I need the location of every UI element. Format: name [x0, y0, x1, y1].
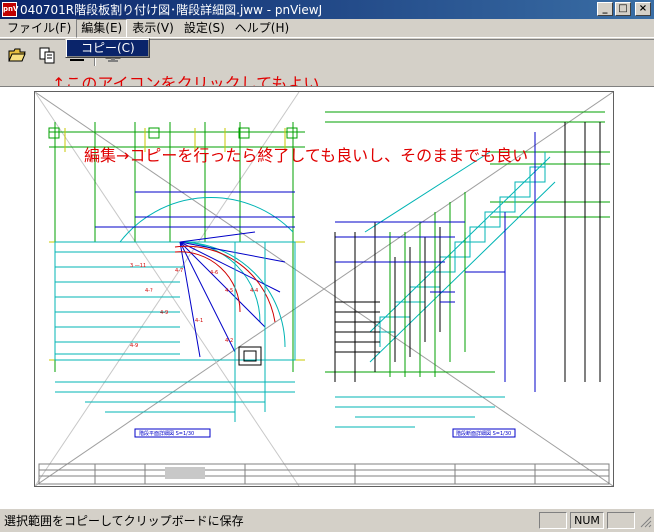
copy-button[interactable]: [34, 43, 60, 67]
plan-drawing-label: 階段平面詳細図 S=1/30: [139, 430, 194, 437]
status-pane-blank: [539, 512, 567, 529]
close-button[interactable]: ×: [635, 2, 651, 16]
svg-text:4-2: 4-2: [225, 338, 233, 344]
menu-settings[interactable]: 設定(S): [179, 20, 230, 37]
resize-grip-icon[interactable]: [638, 514, 652, 528]
svg-text:3 —11: 3 —11: [130, 263, 146, 269]
minimize-button[interactable]: _: [597, 2, 613, 16]
maximize-button[interactable]: □: [615, 2, 631, 16]
window-title: 040701R階段板割り付け図･階段詳細図.jww - pnViewJ: [20, 3, 323, 17]
copy-icon: [39, 47, 55, 63]
open-button[interactable]: [4, 43, 30, 67]
title-bar[interactable]: pnV 040701R階段板割り付け図･階段詳細図.jww - pnViewJ …: [0, 0, 654, 19]
menu-bar: ファイル(F) 編集(E) 表示(V) 設定(S) ヘルプ(H): [0, 18, 654, 38]
annotation-copy-hint: 編集→コピーを行ったら終了しても良いし、そのままでも良い: [84, 146, 529, 165]
title-block: [38, 463, 610, 485]
menu-help[interactable]: ヘルプ(H): [230, 20, 294, 37]
section-drawing-label: 階段断面詳細図 S=1/30: [456, 430, 511, 437]
status-num: NUM: [570, 512, 604, 529]
menu-edit[interactable]: 編集(E): [76, 18, 128, 38]
svg-text:4-9: 4-9: [130, 343, 138, 349]
menu-file[interactable]: ファイル(F): [2, 20, 76, 37]
svg-text:4-?: 4-?: [145, 288, 153, 294]
svg-text:4-7: 4-7: [175, 268, 183, 274]
svg-text:4-6: 4-6: [210, 270, 218, 276]
svg-text:4-5: 4-5: [225, 288, 233, 294]
status-message: 選択範囲をコピーしてクリップボードに保存: [4, 514, 244, 528]
open-folder-icon: [8, 48, 26, 61]
app-icon[interactable]: pnV: [2, 2, 18, 17]
edit-menu-dropdown: コピー(C): [65, 38, 150, 58]
svg-text:4-1: 4-1: [195, 318, 203, 324]
menu-view[interactable]: 表示(V): [127, 20, 179, 37]
window-controls: _ □ ×: [597, 2, 651, 16]
menu-item-copy[interactable]: コピー(C): [67, 40, 148, 56]
status-pane-scrl: [607, 512, 635, 529]
svg-text:4-9: 4-9: [160, 310, 168, 316]
svg-text:4-4: 4-4: [250, 288, 258, 294]
status-bar: 選択範囲をコピーしてクリップボードに保存 NUM: [0, 508, 654, 532]
